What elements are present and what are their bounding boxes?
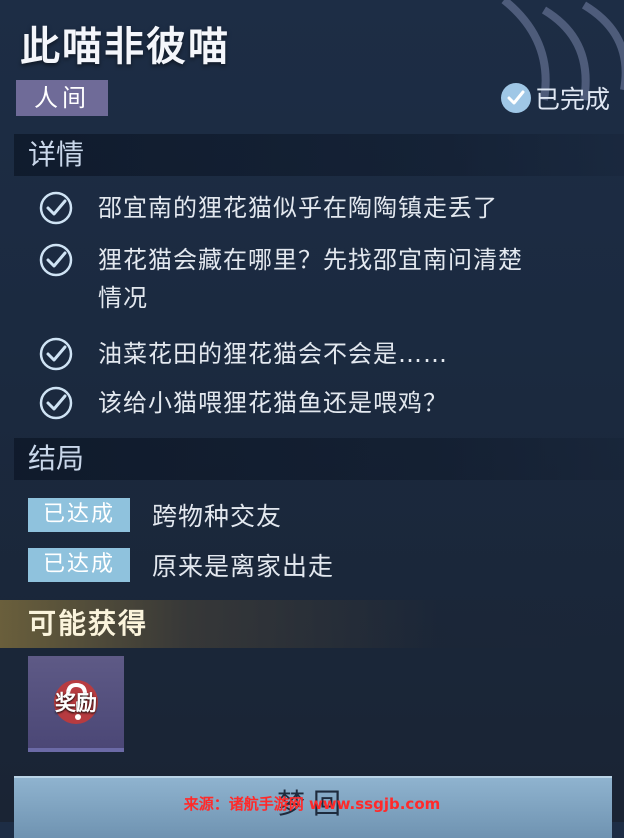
- detail-text: 邵宜南的狸花猫似乎在陶陶镇走丢了: [98, 194, 498, 222]
- status-label: 已完成: [534, 85, 610, 114]
- check-circle-icon: [500, 83, 531, 113]
- checkmark-icon: [39, 191, 73, 225]
- detail-text: 狸花猫会藏在哪里？先找邵宜南问清楚: [98, 246, 523, 274]
- source-watermark: 来源：诸航手游网 www.ssgjb.com: [183, 795, 441, 813]
- checkmark-icon: [39, 386, 73, 420]
- detail-item-continued: 情况: [98, 279, 148, 317]
- detail-text: 情况: [98, 284, 148, 312]
- detail-text: 油菜花田的狸花猫会不会是……: [98, 340, 448, 368]
- detail-item: 该给小猫喂狸花猫鱼还是喂鸡？: [38, 384, 448, 422]
- realm-tag: 人间: [16, 80, 108, 116]
- details-heading: 详情: [14, 134, 624, 176]
- ending-text: 跨物种交友: [152, 502, 283, 531]
- detail-item: 油菜花田的狸花猫会不会是……: [38, 335, 448, 373]
- detail-text: 该给小猫喂狸花猫鱼还是喂鸡？: [98, 389, 448, 417]
- reward-item-icon: 奖励: [41, 667, 111, 737]
- rewards-heading: 可能获得: [28, 607, 149, 640]
- achieved-badge: 已达成: [28, 548, 130, 582]
- ending-text: 原来是离家出走: [152, 552, 335, 581]
- checkmark-icon: [39, 337, 73, 371]
- rewards-heading-bar: 可能获得: [0, 600, 624, 648]
- checkmark-icon: [39, 243, 73, 277]
- ending-item: 已达成 原来是离家出走: [28, 547, 334, 583]
- completed-status: 已完成: [500, 80, 610, 116]
- ending-item: 已达成 跨物种交友: [28, 497, 282, 533]
- detail-item: 狸花猫会藏在哪里？先找邵宜南问清楚: [38, 241, 523, 279]
- achieved-badge: 已达成: [28, 498, 130, 532]
- quest-title: 此喵非彼喵: [20, 24, 230, 70]
- endings-heading: 结局: [14, 438, 624, 480]
- reward-item-label: 奖励: [55, 691, 97, 715]
- detail-item: 邵宜南的狸花猫似乎在陶陶镇走丢了: [38, 189, 498, 227]
- reward-slot[interactable]: 奖励: [28, 656, 124, 752]
